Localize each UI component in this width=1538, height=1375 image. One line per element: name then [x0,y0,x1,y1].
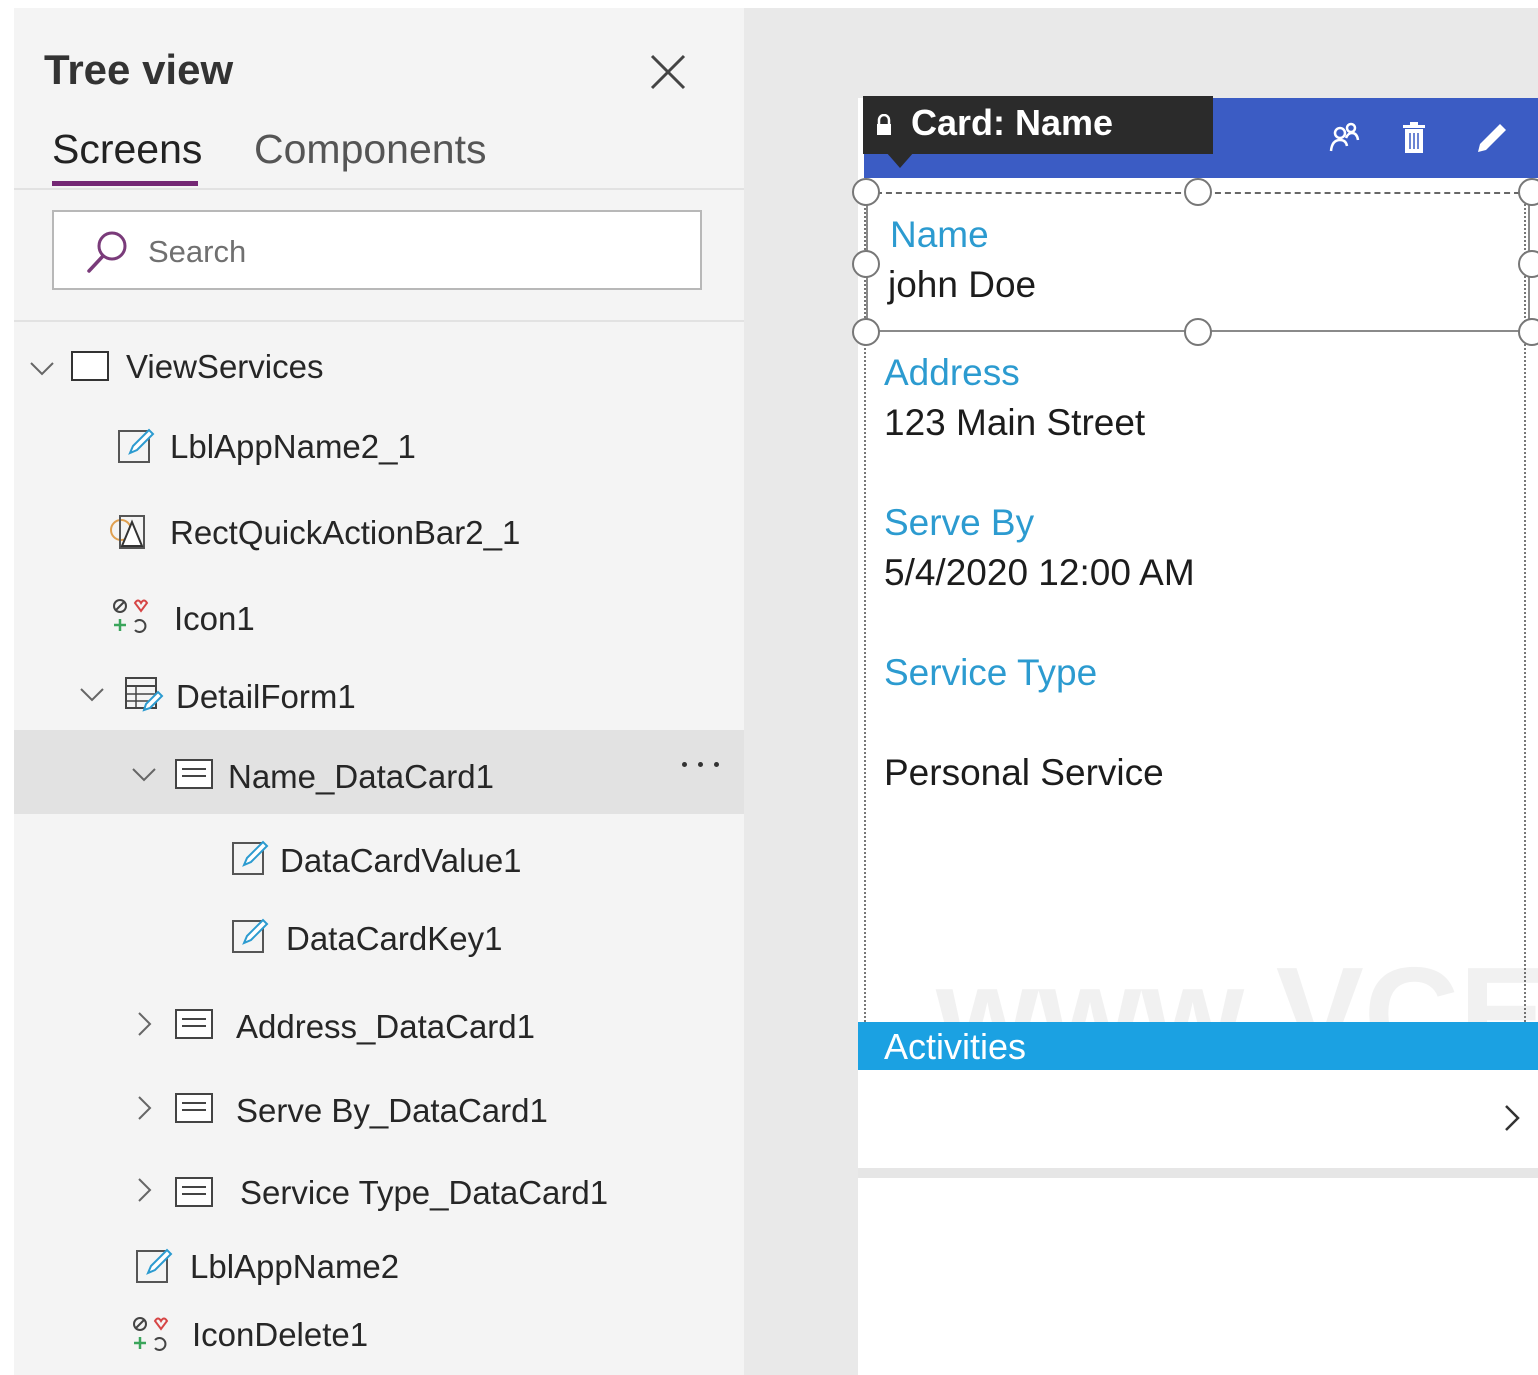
label-icon [232,840,269,875]
shape-icon [110,515,145,549]
tree-item-label: DataCardKey1 [286,920,503,957]
datacard-icon [175,1177,213,1207]
tree-item-label: Name_DataCard1 [228,758,494,795]
active-tab-indicator [52,181,198,186]
tab-screens[interactable]: Screens [52,126,202,173]
pencil-icon[interactable] [1474,120,1510,156]
tree-item-label: IconDelete1 [192,1316,369,1353]
tree-view-title: Tree view [44,46,234,93]
activities-row[interactable] [862,1070,1538,1168]
tree-item-lblappname2-1[interactable]: LblAppName2_1 [14,404,744,488]
resize-handle[interactable] [852,250,880,278]
tree-item-rectquickactionbar2-1[interactable]: RectQuickActionBar2_1 [14,488,744,572]
datacard-icon [175,759,213,789]
resize-handle[interactable] [1518,250,1538,278]
label-icon [118,428,155,463]
close-button[interactable] [646,50,690,94]
close-icon [650,54,686,90]
tree-item-label: RectQuickActionBar2_1 [170,514,521,551]
tree-item-label: Service Type_DataCard1 [240,1174,609,1211]
service-type-value[interactable]: Personal Service [884,752,1164,794]
name-value[interactable]: john Doe [888,264,1036,306]
resize-handle[interactable] [1184,318,1212,346]
chevron-right-icon[interactable] [128,1174,160,1206]
design-canvas: Card: Name Name john Doe Address 123 Mai… [744,8,1538,1375]
screen-icon [71,351,109,381]
row-divider [858,1168,1538,1178]
tree-item-label: ViewServices [126,348,324,385]
trash-icon[interactable] [1396,120,1432,156]
resize-handle[interactable] [1184,178,1212,206]
chevron-right-icon[interactable] [128,1008,160,1040]
serve-by-key[interactable]: Serve By [884,502,1034,544]
tree-item-name-datacard1[interactable]: Name_DataCard1 [14,730,744,814]
datacard-icon [175,1093,213,1123]
label-icon [136,1248,173,1283]
tree-item-label: LblAppName2 [190,1248,400,1285]
tree-item-label: DetailForm1 [176,678,356,715]
chevron-down-icon[interactable] [76,678,108,710]
app-screen-preview: Card: Name Name john Doe Address 123 Mai… [852,96,1538,1375]
selected-card-outline[interactable] [866,192,1530,332]
chevron-down-icon[interactable] [26,352,58,384]
datacard-icon [175,1009,213,1039]
tree-item-icon1[interactable]: Icon1 [14,574,744,658]
tree-item-datacardvalue1[interactable]: DataCardValue1 [14,816,744,900]
tree-view-panel: Tree view Screens Components ViewService… [14,8,744,1375]
address-value[interactable]: 123 Main Street [884,402,1145,444]
search-icon [87,231,127,273]
chevron-down-icon[interactable] [128,758,160,790]
tree-item-detailform1[interactable]: DetailForm1 [14,652,744,736]
activities-header: Activities [858,1022,1538,1070]
icons-icon [133,1317,169,1351]
card-name-tag: Card: Name [863,96,1213,154]
lower-list-area [862,1178,1538,1375]
tree-item-service-type-datacard1[interactable]: Service Type_DataCard1 [14,1148,744,1232]
tree-item-viewservices[interactable]: ViewServices [14,326,744,410]
chevron-right-icon[interactable] [1498,1100,1526,1136]
tree-item-label: Icon1 [174,600,255,637]
tree-item-address-datacard1[interactable]: Address_DataCard1 [14,982,744,1066]
resize-handle[interactable] [1518,318,1538,346]
tree-item-label: Address_DataCard1 [236,1008,535,1045]
tree-item-label: DataCardValue1 [280,842,522,879]
address-key[interactable]: Address [884,352,1020,394]
tree-item-serve-by-datacard1[interactable]: Serve By_DataCard1 [14,1066,744,1150]
service-type-key[interactable]: Service Type [884,652,1097,694]
tree-item-label: Serve By_DataCard1 [236,1092,548,1129]
tab-components[interactable]: Components [254,126,486,173]
resize-handle[interactable] [1518,178,1538,206]
card-name-label: Card: Name [911,102,1114,143]
search-input[interactable] [148,232,668,272]
people-icon[interactable] [1326,120,1362,156]
lock-icon [877,114,891,135]
resize-handle[interactable] [852,178,880,206]
serve-by-value[interactable]: 5/4/2020 12:00 AM [884,552,1195,594]
tabs-divider [14,188,744,190]
search-divider [14,320,744,322]
tree-item-icondelete1[interactable]: IconDelete1 [14,1292,744,1375]
name-key[interactable]: Name [890,214,989,256]
icons-icon [113,599,149,633]
card-tag-pointer [886,152,914,168]
more-options-button[interactable] [680,754,724,774]
form-icon [125,677,164,712]
resize-handle[interactable] [852,318,880,346]
tree-item-datacardkey1[interactable]: DataCardKey1 [14,894,744,978]
tree-item-label: LblAppName2_1 [170,428,416,465]
label-icon [232,918,269,953]
search-box[interactable] [52,210,702,290]
activities-label: Activities [884,1026,1027,1067]
chevron-right-icon[interactable] [128,1092,160,1124]
